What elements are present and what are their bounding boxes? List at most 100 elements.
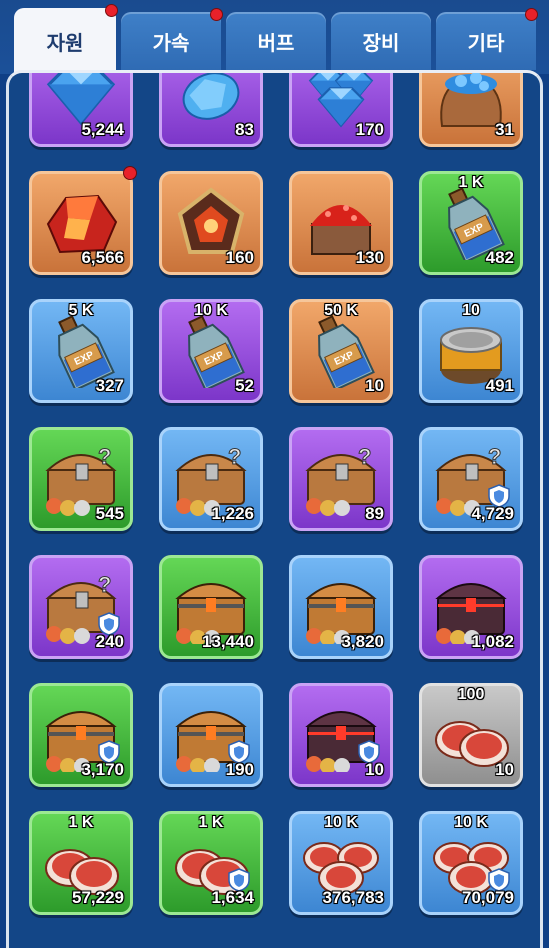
- item-count: 240: [95, 632, 124, 651]
- inventory-item[interactable]: 13,440: [159, 555, 263, 659]
- tab-label: 버프: [257, 32, 295, 55]
- item-slot: 190: [159, 683, 263, 787]
- item-count: 57,229: [72, 888, 124, 907]
- item-count: 10: [495, 760, 514, 779]
- inventory-item[interactable]: ? 89: [289, 427, 393, 531]
- item-quantity-label: 10 K: [194, 302, 228, 319]
- inventory-item[interactable]: 130: [289, 171, 393, 275]
- inventory-item[interactable]: 10: [289, 683, 393, 787]
- item-count: 190: [225, 760, 254, 779]
- inventory-item[interactable]: 100 10: [419, 683, 523, 787]
- inventory-item[interactable]: ? 1,226: [159, 427, 263, 531]
- inventory-item[interactable]: 1,082: [419, 555, 523, 659]
- item-count: 4,729: [471, 504, 514, 523]
- new-item-dot: [123, 166, 137, 180]
- item-count: 5,244: [81, 120, 124, 139]
- svg-text:?: ?: [98, 572, 111, 597]
- tab-speedup[interactable]: 가속: [121, 8, 223, 70]
- item-slot: EXP 5 K 327: [29, 299, 133, 403]
- item-count: 31: [495, 120, 514, 139]
- inventory-item[interactable]: ? 545: [29, 427, 133, 531]
- item-slot: 10: [289, 683, 393, 787]
- item-quantity-label: 10 K: [324, 814, 358, 831]
- tab-label: 장비: [362, 32, 400, 55]
- item-slot: 100170: [289, 73, 393, 147]
- item-quantity-label: 1 K: [68, 814, 94, 831]
- item-count: 130: [355, 248, 384, 267]
- item-slot: 10 K 70,079: [419, 811, 523, 915]
- item-quantity-label: 10: [462, 302, 480, 319]
- inventory-item[interactable]: 1 K 1,634: [159, 811, 263, 915]
- item-slot: 1083: [159, 73, 263, 147]
- tab-other[interactable]: 기타: [436, 8, 538, 70]
- inventory-item[interactable]: 10 K 376,783: [289, 811, 393, 915]
- item-count: 482: [485, 248, 514, 267]
- inventory-item[interactable]: EXP 1 K 482: [419, 171, 523, 275]
- item-count: 376,783: [322, 888, 384, 907]
- item-count: 160: [225, 248, 254, 267]
- inventory-item[interactable]: 3,820: [289, 555, 393, 659]
- item-count: 1,634: [211, 888, 254, 907]
- item-quantity-label: 1 K: [198, 814, 224, 831]
- inventory-item[interactable]: 160: [159, 171, 263, 275]
- tab-resources[interactable]: 자원: [14, 4, 118, 74]
- item-count: 170: [355, 120, 384, 139]
- item-count: 1,082: [471, 632, 514, 651]
- item-count: 52: [235, 376, 254, 395]
- item-slot: ? 4,729: [419, 427, 523, 531]
- item-count: 327: [95, 376, 124, 395]
- item-count: 83: [235, 120, 254, 139]
- item-slot: 1 K31: [419, 73, 523, 147]
- item-count: 3,170: [81, 760, 124, 779]
- inventory-item[interactable]: 1 K31: [419, 73, 523, 147]
- svg-text:?: ?: [228, 444, 241, 469]
- item-slot: ? 545: [29, 427, 133, 531]
- svg-text:?: ?: [358, 444, 371, 469]
- inventory-item[interactable]: 1083: [159, 73, 263, 147]
- item-slot: ? 89: [289, 427, 393, 531]
- svg-text:?: ?: [488, 444, 501, 469]
- item-slot: 3,820: [289, 555, 393, 659]
- tab-equipment[interactable]: 장비: [331, 12, 431, 70]
- item-count: 6,566: [81, 248, 124, 267]
- inventory-item[interactable]: 10 K 70,079: [419, 811, 523, 915]
- inventory-item[interactable]: 10 491: [419, 299, 523, 403]
- item-slot: EXP 1 K 482: [419, 171, 523, 275]
- item-slot: 100 10: [419, 683, 523, 787]
- item-count: 13,440: [202, 632, 254, 651]
- inventory-item[interactable]: 15,244: [29, 73, 133, 147]
- item-slot: 10 K 376,783: [289, 811, 393, 915]
- item-slot: 1 K 57,229: [29, 811, 133, 915]
- inventory-item[interactable]: EXP 50 K 10: [289, 299, 393, 403]
- item-slot: EXP 50 K 10: [289, 299, 393, 403]
- inventory-item[interactable]: EXP 10 K 52: [159, 299, 263, 403]
- item-quantity-label: 10 K: [454, 814, 488, 831]
- item-slot: EXP 10 K 52: [159, 299, 263, 403]
- item-count: 3,820: [341, 632, 384, 651]
- item-slot: 10 491: [419, 299, 523, 403]
- inventory-item[interactable]: 1 K 57,229: [29, 811, 133, 915]
- item-count: 1,226: [211, 504, 254, 523]
- tab-label: 가속: [152, 32, 190, 55]
- item-slot: 1,082: [419, 555, 523, 659]
- item-slot: 130: [289, 171, 393, 275]
- item-count: 10: [365, 376, 384, 395]
- inventory-item[interactable]: 6,566: [29, 171, 133, 275]
- item-quantity-label: 5 K: [68, 302, 94, 319]
- item-count: 545: [95, 504, 124, 523]
- item-slot: 1 K 1,634: [159, 811, 263, 915]
- svg-text:?: ?: [98, 444, 111, 469]
- inventory-item[interactable]: EXP 5 K 327: [29, 299, 133, 403]
- tab-buff[interactable]: 버프: [226, 12, 326, 70]
- inventory-item[interactable]: 3,170: [29, 683, 133, 787]
- item-slot: 15,244: [29, 73, 133, 147]
- inventory-item[interactable]: ? 4,729: [419, 427, 523, 531]
- inventory-item[interactable]: ? 240: [29, 555, 133, 659]
- inventory-panel: 15,2441083 1001701 K316,566160130EXP1 K4…: [6, 70, 543, 948]
- inventory-item[interactable]: 100170: [289, 73, 393, 147]
- inventory-item[interactable]: 190: [159, 683, 263, 787]
- item-quantity-label: 100: [457, 686, 485, 703]
- item-slot: 160: [159, 171, 263, 275]
- notification-dot: [210, 8, 223, 21]
- tab-label: 자원: [46, 32, 84, 55]
